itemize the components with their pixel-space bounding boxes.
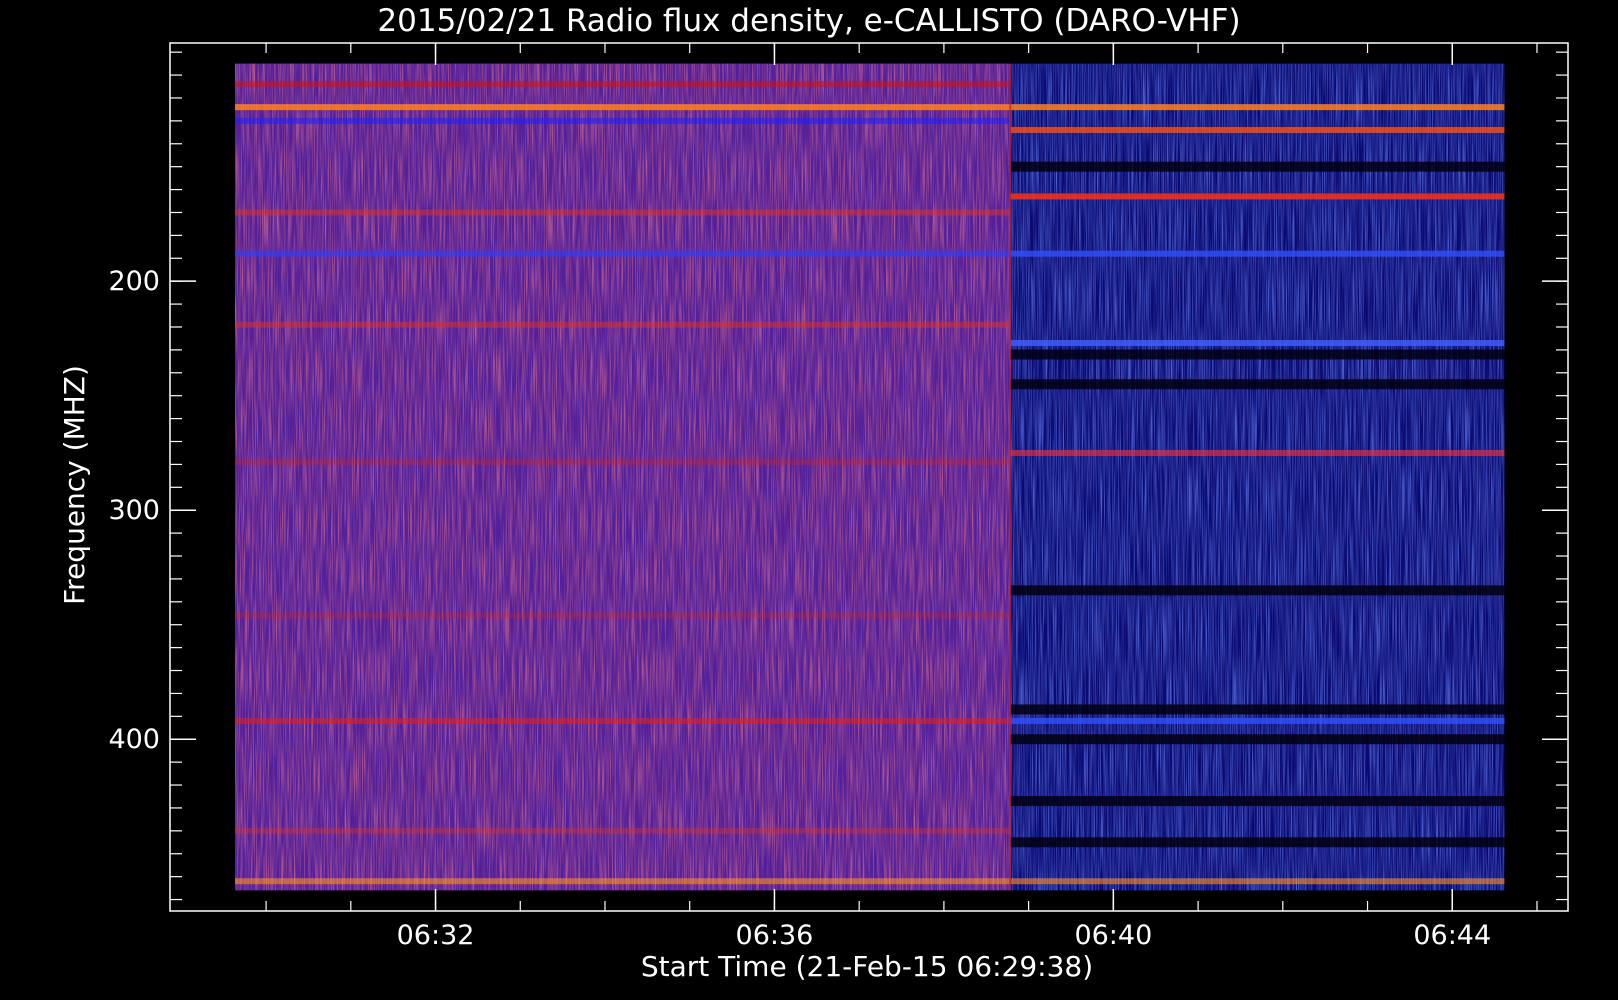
dark-band bbox=[1010, 704, 1505, 715]
x-tick-label: 06:40 bbox=[1074, 920, 1152, 951]
dark-band bbox=[1010, 796, 1505, 807]
emission-band bbox=[1010, 250, 1505, 257]
dark-band bbox=[1010, 585, 1505, 596]
emission-band bbox=[234, 827, 1011, 834]
emission-band bbox=[234, 717, 1011, 724]
emission-band bbox=[234, 878, 1505, 885]
x-tick-label: 06:44 bbox=[1413, 920, 1491, 951]
emission-band bbox=[234, 612, 1011, 619]
emission-band bbox=[234, 250, 1011, 257]
emission-band bbox=[1010, 193, 1505, 200]
chart-title: 2015/02/21 Radio flux density, e-CALLIST… bbox=[377, 3, 1240, 39]
emission-band bbox=[1010, 340, 1505, 347]
dark-band bbox=[1010, 349, 1505, 360]
emission-band bbox=[1010, 717, 1505, 724]
emission-band bbox=[234, 104, 1505, 111]
dark-band bbox=[1010, 379, 1505, 390]
y-axis-label: Frequency (MHZ) bbox=[58, 365, 91, 605]
emission-band bbox=[234, 459, 1011, 466]
spectrogram-texture bbox=[1010, 63, 1505, 891]
y-tick-label: 400 bbox=[108, 724, 160, 755]
emission-band bbox=[1010, 127, 1505, 134]
dark-band bbox=[1010, 161, 1505, 172]
dark-band bbox=[1010, 837, 1505, 848]
emission-band bbox=[234, 117, 1011, 124]
spectrogram-image bbox=[234, 63, 1505, 891]
y-tick-label: 300 bbox=[108, 495, 160, 526]
x-tick-label: 06:36 bbox=[736, 920, 814, 951]
emission-band bbox=[234, 81, 1011, 88]
dark-band bbox=[1010, 734, 1505, 745]
emission-band bbox=[1010, 449, 1505, 456]
y-tick-label: 200 bbox=[108, 266, 160, 297]
spectrogram-texture bbox=[234, 63, 1011, 891]
x-axis-label: Start Time (21-Feb-15 06:29:38) bbox=[641, 950, 1093, 983]
x-tick-label: 06:32 bbox=[397, 920, 475, 951]
emission-band bbox=[234, 209, 1011, 216]
spectrogram-chart: 06:32 06:36 06:40 06:44 200 300 400 2015/02/21… bbox=[58, 3, 1569, 983]
emission-band bbox=[234, 321, 1011, 328]
